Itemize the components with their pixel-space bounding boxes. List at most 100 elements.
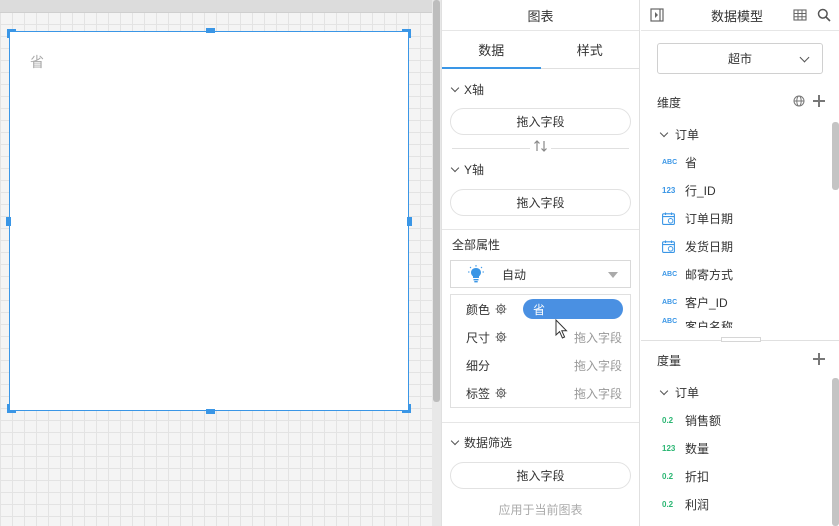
resize-handle-top[interactable]	[206, 28, 215, 33]
field-item[interactable]: ABC 客户_ID	[641, 288, 839, 316]
dataset-select[interactable]: 超市	[657, 43, 823, 74]
field-item[interactable]: 123 数量	[641, 434, 839, 462]
tab-data[interactable]: 数据	[442, 31, 541, 69]
attr-label-label: 标签	[466, 386, 491, 401]
text-type-icon: ABC	[662, 298, 678, 306]
size-drop-zone[interactable]: 拖入字段	[574, 329, 622, 346]
mark-type-select[interactable]: 自动	[450, 260, 631, 288]
all-attributes-label: 全部属性	[452, 237, 501, 252]
field-item[interactable]: ABC 邮寄方式	[641, 260, 839, 288]
chart-widget[interactable]: 省	[6, 28, 412, 414]
decimal-type-icon: 0.2	[662, 499, 674, 509]
field-name: 利润	[685, 497, 710, 512]
field-item[interactable]: ABC 省	[641, 148, 839, 176]
mark-attributes-box: 颜色 省 尺寸 拖入字段 细分 拖入字段 标签 拖入字段	[450, 294, 631, 408]
y-axis-label: Y轴	[464, 162, 485, 177]
x-axis-section[interactable]: X轴	[442, 79, 639, 99]
detail-drop-zone[interactable]: 拖入字段	[574, 357, 622, 374]
attr-row-label[interactable]: 标签 拖入字段	[451, 379, 630, 407]
table-icon[interactable]	[793, 8, 807, 22]
field-item[interactable]: ABC 客户名称	[641, 316, 839, 328]
data-filter-section[interactable]: 数据筛选	[442, 432, 639, 452]
field-name: 数量	[685, 441, 710, 456]
field-item[interactable]: 123 行_ID	[641, 176, 839, 204]
gear-icon[interactable]	[495, 331, 507, 343]
decimal-type-icon: 0.2	[662, 415, 674, 425]
mark-type-value: 自动	[502, 267, 527, 282]
resize-handle-right[interactable]	[407, 217, 412, 226]
dimension-group-orders[interactable]: 订单	[641, 124, 839, 144]
report-canvas[interactable]: 省	[0, 0, 432, 526]
collapse-panel-icon[interactable]	[650, 8, 664, 22]
attr-row-detail[interactable]: 细分 拖入字段	[451, 351, 630, 379]
measures-header: 度量	[641, 350, 839, 370]
resize-handle-top-left[interactable]	[7, 29, 16, 38]
lightbulb-icon	[468, 265, 484, 283]
add-measure-icon[interactable]	[813, 353, 825, 365]
x-axis-drop-zone[interactable]: 拖入字段	[450, 108, 631, 135]
resize-handle-bottom-right[interactable]	[402, 404, 411, 413]
calendar-icon	[662, 212, 675, 225]
search-icon[interactable]	[817, 8, 831, 22]
attr-row-color[interactable]: 颜色 省	[451, 295, 630, 339]
measure-group-label: 订单	[675, 385, 700, 400]
apply-to-current-chart[interactable]: 应用于当前图表	[442, 501, 639, 518]
color-field-name: 省	[533, 302, 546, 317]
canvas-scrollbar[interactable]	[433, 0, 440, 402]
widget-title: 省	[30, 54, 44, 70]
chevron-down-icon	[450, 436, 460, 445]
attr-row-size[interactable]: 尺寸 拖入字段	[451, 323, 630, 351]
chevron-down-icon	[450, 83, 460, 92]
field-item[interactable]: 发货日期	[641, 232, 839, 260]
resize-handle-bottom-left[interactable]	[7, 404, 16, 413]
resize-handle-left[interactable]	[6, 217, 11, 226]
model-title: 数据模型	[711, 8, 764, 24]
y-axis-section[interactable]: Y轴	[442, 159, 639, 179]
field-item[interactable]: 0.2 折扣	[641, 462, 839, 490]
all-attributes-section: 全部属性	[442, 234, 639, 254]
x-axis-label: X轴	[464, 82, 485, 97]
field-name: 客户_ID	[685, 295, 728, 310]
tab-style[interactable]: 样式	[541, 31, 640, 68]
y-axis-drop-zone[interactable]: 拖入字段	[450, 189, 631, 216]
field-name: 客户名称	[685, 320, 734, 328]
chart-config-panel: 图表 数据 样式 X轴 拖入字段 Y轴 拖入字段 全部属性 自动 颜色 省 尺寸…	[441, 0, 640, 526]
dimension-group-label: 订单	[675, 127, 700, 142]
model-header: 数据模型	[641, 0, 839, 31]
dimensions-scrollbar[interactable]	[832, 122, 839, 190]
field-name: 折扣	[685, 469, 710, 484]
field-name: 省	[685, 155, 698, 170]
field-item[interactable]: 0.2 利润	[641, 490, 839, 518]
attr-detail-label: 细分	[466, 358, 491, 373]
data-filter-label: 数据筛选	[464, 435, 513, 450]
add-dimension-icon[interactable]	[813, 95, 825, 107]
measure-group-orders[interactable]: 订单	[641, 382, 839, 402]
gear-icon[interactable]	[495, 303, 507, 315]
resize-handle-top-right[interactable]	[402, 29, 411, 38]
globe-icon[interactable]	[793, 95, 805, 107]
swap-vertical-icon[interactable]	[533, 139, 549, 156]
label-drop-zone[interactable]: 拖入字段	[574, 385, 622, 402]
field-item[interactable]: 订单日期	[641, 204, 839, 232]
canvas-ruler	[0, 0, 432, 13]
chevron-down-icon	[659, 128, 669, 137]
field-name: 销售额	[685, 413, 722, 428]
gear-icon[interactable]	[495, 387, 507, 399]
measures-label: 度量	[657, 353, 682, 368]
measures-scrollbar[interactable]	[832, 378, 839, 526]
field-name: 行_ID	[685, 183, 716, 198]
attr-color-label: 颜色	[466, 302, 491, 317]
resize-handle-bottom[interactable]	[206, 409, 215, 414]
chevron-down-icon	[799, 52, 810, 63]
number-type-icon: 123	[662, 185, 676, 195]
calendar-icon	[662, 240, 675, 253]
data-filter-drop-zone[interactable]: 拖入字段	[450, 462, 631, 489]
dataset-name: 超市	[727, 52, 752, 66]
text-type-icon: ABC	[662, 270, 678, 278]
color-field-pill[interactable]: 省	[523, 299, 623, 319]
measures-section: 度量 订单 0.2 销售额 123 数量 0.2 折扣 0.2 利润	[641, 350, 839, 518]
field-item[interactable]: 0.2 销售额	[641, 406, 839, 434]
splitter-grip[interactable]	[721, 337, 761, 342]
dimensions-header: 维度	[641, 92, 839, 112]
field-name: 发货日期	[685, 239, 734, 254]
